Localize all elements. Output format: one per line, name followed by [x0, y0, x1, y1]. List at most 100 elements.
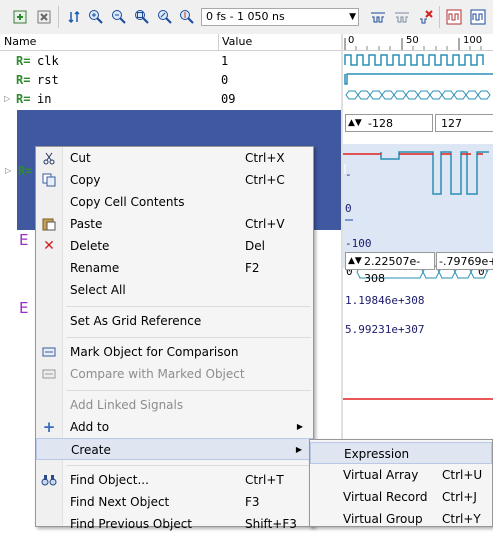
- menu-item-set-as-grid-reference[interactable]: Set As Grid Reference: [36, 310, 313, 332]
- time-range-dropdown[interactable]: 0 fs - 1 050 ns ▼: [201, 8, 359, 26]
- toolbar-divider: [439, 6, 440, 28]
- menu-item-label: Set As Grid Reference: [70, 314, 202, 328]
- register-icon: R=: [16, 54, 31, 68]
- menu-shortcut: Del: [245, 239, 265, 253]
- menu-item-compare-with-marked-object[interactable]: Compare with Marked Object: [36, 363, 313, 385]
- menu-item-cut[interactable]: Cut Ctrl+X: [36, 147, 313, 169]
- submenu-shortcut: Ctrl+U: [442, 468, 483, 482]
- menu-shortcut: Ctrl+T: [245, 473, 284, 487]
- submenu-shortcut: Ctrl+Y: [442, 512, 481, 526]
- menu-item-copy[interactable]: Copy Ctrl+C: [36, 169, 313, 191]
- register-icon: R=: [16, 92, 31, 106]
- menu-item-find-previous-object[interactable]: Find Previous Object Shift+F3: [36, 513, 313, 535]
- column-divider[interactable]: [218, 34, 219, 50]
- cursor-icon[interactable]: [368, 7, 388, 27]
- menu-item-delete[interactable]: ✕ Delete Del: [36, 235, 313, 257]
- axis-zero-label: 0: [345, 202, 352, 215]
- chevron-down-icon: ▼: [349, 12, 356, 22]
- zoom-fit-icon[interactable]: [132, 7, 152, 27]
- real-max-field[interactable]: -.79769e+30: [436, 252, 493, 270]
- menu-item-label: Create: [71, 443, 111, 457]
- zoom-cursor-icon[interactable]: [177, 7, 197, 27]
- menu-item-add-linked-signals[interactable]: Add Linked Signals: [36, 394, 313, 416]
- signal-name: rst: [37, 73, 59, 87]
- create-submenu: Expression Virtual Array Ctrl+U Virtual …: [309, 439, 493, 527]
- register-icon: R=: [16, 73, 31, 87]
- menu-item-label: Add Linked Signals: [70, 398, 184, 412]
- toolbar: 0 fs - 1 050 ns ▼: [0, 0, 493, 35]
- menu-item-label: Find Previous Object: [70, 517, 193, 531]
- submenu-item-label: Virtual Group: [343, 512, 423, 526]
- register-icon: R=: [18, 164, 33, 178]
- menu-item-label: Mark Object for Comparison: [70, 345, 239, 359]
- sort-icon[interactable]: [64, 7, 84, 27]
- menu-shortcut: F3: [245, 495, 260, 509]
- real-value-label: 1.19846e+308: [345, 294, 425, 307]
- menu-item-find-next-object[interactable]: Find Next Object F3: [36, 491, 313, 513]
- signal-value: 0: [221, 73, 229, 87]
- binoculars-icon: [41, 472, 57, 488]
- signal-name: in: [37, 92, 52, 106]
- spinner-icon[interactable]: ▲▼: [348, 115, 362, 132]
- signal-value: 1: [221, 54, 229, 68]
- marker-icon[interactable]: [392, 7, 412, 27]
- scissors-icon: [41, 150, 57, 166]
- menu-shortcut: Shift+F3: [245, 517, 297, 531]
- waveform-icon[interactable]: [444, 7, 464, 27]
- real-max-value: -.79769e+30: [439, 255, 493, 268]
- menu-item-copy-cell-contents[interactable]: Copy Cell Contents: [36, 191, 313, 213]
- zoom-in-icon[interactable]: [86, 7, 106, 27]
- spinner-icon[interactable]: ▲▼: [348, 253, 362, 270]
- menu-item-label: Cut: [70, 151, 91, 165]
- int-min-field[interactable]: ▲▼ -128: [345, 114, 433, 132]
- column-name-header[interactable]: Name: [4, 35, 36, 48]
- submenu-item-expression[interactable]: Expression: [310, 442, 492, 464]
- real-min-field[interactable]: ▲▼ 2.22507e-308: [345, 252, 435, 285]
- menu-item-add-to[interactable]: + Add to ▶: [36, 416, 313, 438]
- remove-signal-icon[interactable]: [34, 7, 54, 27]
- submenu-item-label: Virtual Array: [343, 468, 419, 482]
- signal-row-in[interactable]: ▷ R= in 09: [0, 90, 341, 109]
- in-bus-waveform: [345, 90, 491, 100]
- delete-icon: ✕: [43, 238, 55, 254]
- menu-separator: [66, 306, 311, 307]
- toolbar-divider: [58, 6, 59, 28]
- zoom-select-icon[interactable]: [155, 7, 175, 27]
- menu-item-label: Find Next Object: [70, 495, 170, 509]
- int-max-field[interactable]: 127: [435, 114, 493, 132]
- menu-item-paste[interactable]: Paste Ctrl+V: [36, 213, 313, 235]
- signal-name: clk: [37, 54, 59, 68]
- menu-item-rename[interactable]: Rename F2: [36, 257, 313, 279]
- add-signal-icon[interactable]: [10, 7, 30, 27]
- column-value-header[interactable]: Value: [222, 35, 252, 48]
- context-menu: Cut Ctrl+X Copy Ctrl+C Copy Cell Content…: [35, 146, 314, 531]
- menu-item-label: Copy: [70, 173, 101, 187]
- menu-item-find-object[interactable]: Find Object... Ctrl+T: [36, 469, 313, 491]
- menu-item-label: Find Object...: [70, 473, 149, 487]
- mark-compare-icon: [41, 344, 57, 360]
- expand-arrow-icon[interactable]: ▷: [5, 166, 11, 175]
- real-value-label: 5.99231e+307: [345, 323, 425, 336]
- submenu-item-virtual-array[interactable]: Virtual Array Ctrl+U: [310, 464, 492, 486]
- compare-icon: [41, 366, 57, 382]
- axis-low-label: -100: [345, 237, 372, 250]
- submenu-item-virtual-record[interactable]: Virtual Record Ctrl+J: [310, 486, 492, 508]
- menu-item-create[interactable]: Create ▶: [36, 438, 313, 460]
- menu-separator: [66, 337, 311, 338]
- menu-item-mark-object-for-comparison[interactable]: Mark Object for Comparison: [36, 341, 313, 363]
- menu-item-label: Delete: [70, 239, 110, 253]
- rst-waveform: [344, 73, 493, 85]
- enum-icon: E: [19, 299, 29, 317]
- submenu-arrow-icon: ▶: [295, 445, 302, 454]
- menu-item-label: Paste: [70, 217, 103, 231]
- grid-icon[interactable]: [468, 7, 488, 27]
- menu-item-select-all[interactable]: Select All: [36, 279, 313, 301]
- zoom-out-icon[interactable]: [109, 7, 129, 27]
- expand-arrow-icon[interactable]: ▷: [4, 94, 10, 103]
- submenu-shortcut: Ctrl+J: [442, 490, 477, 504]
- delete-marker-icon[interactable]: [416, 7, 436, 27]
- signal-row-clk[interactable]: R= clk 1: [0, 52, 341, 71]
- signal-list-header: Name Value: [0, 34, 341, 51]
- signal-row-rst[interactable]: R= rst 0: [0, 71, 341, 90]
- time-ruler: 0 50 100: [343, 34, 493, 51]
